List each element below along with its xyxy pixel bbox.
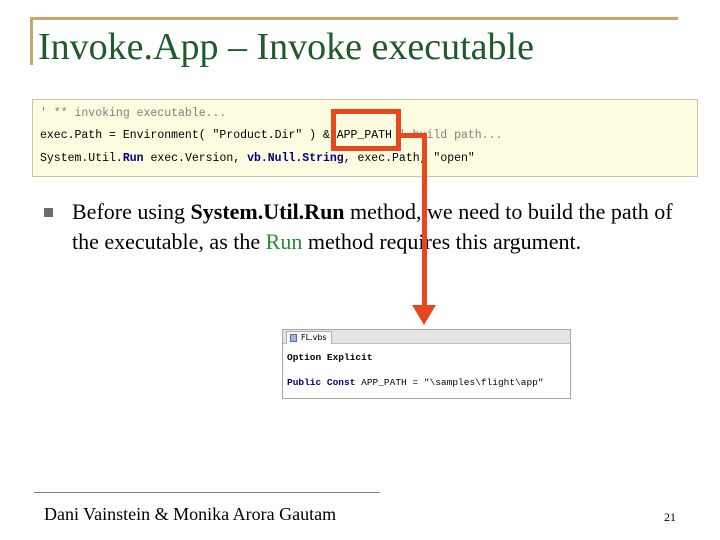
file-icon (290, 334, 297, 342)
frame-top-rule (30, 17, 678, 20)
code-run-line: System.Util.Run exec.Version, vb.Null.St… (40, 153, 475, 165)
code-comment-line: ' ** invoking executable... (40, 107, 227, 120)
run-keyword: Run (122, 152, 144, 165)
app-path-const-line: Public Const APP_PATH = "\samples\flight… (287, 378, 544, 388)
frame-left-rule (30, 17, 33, 65)
footer-author: Dani Vainstein & Monika Arora Gautam (44, 504, 337, 524)
option-explicit-line: Option Explicit (287, 352, 373, 363)
null-string-keyword: vb.Null.String (247, 152, 344, 165)
code-text: System.Util. (40, 152, 123, 165)
bullet-text: method requires this argument. (302, 229, 582, 254)
page-number: 21 (664, 510, 676, 524)
bullet-paragraph: Before using System.Util.Run method, we … (72, 197, 682, 257)
slide-title: Invoke.App – Invoke executable (38, 26, 534, 68)
code-exec-path-line: exec.Path = Environment( "Product.Dir" )… (40, 130, 502, 142)
file-tab-bar: FL.vbs (283, 330, 570, 344)
code-text: exec.Version, (143, 152, 248, 165)
code-text: , exec.Path, "open" (343, 152, 475, 165)
bullet-text: Before using (72, 199, 191, 224)
highlight-box (331, 109, 401, 151)
file-tab[interactable]: FL.vbs (286, 331, 332, 344)
file-tab-label: FL.vbs (301, 333, 327, 342)
arrow-down-icon (412, 305, 436, 325)
public-const-keyword: Public Const (287, 377, 356, 388)
bullet-square-icon (44, 208, 53, 217)
arrow-shaft (422, 133, 427, 309)
bullet-green-run: Run (265, 229, 303, 254)
vbs-file-snippet: FL.vbs Option Explicit Public Const APP_… (282, 329, 571, 399)
app-path-declaration: APP_PATH = "\samples\flight\app" (355, 377, 544, 388)
code-text: exec.Path = Environment( "Product.Dir" )… (40, 129, 337, 142)
footer-rule (34, 492, 380, 493)
bullet-bold-method: System.Util.Run (190, 199, 345, 224)
